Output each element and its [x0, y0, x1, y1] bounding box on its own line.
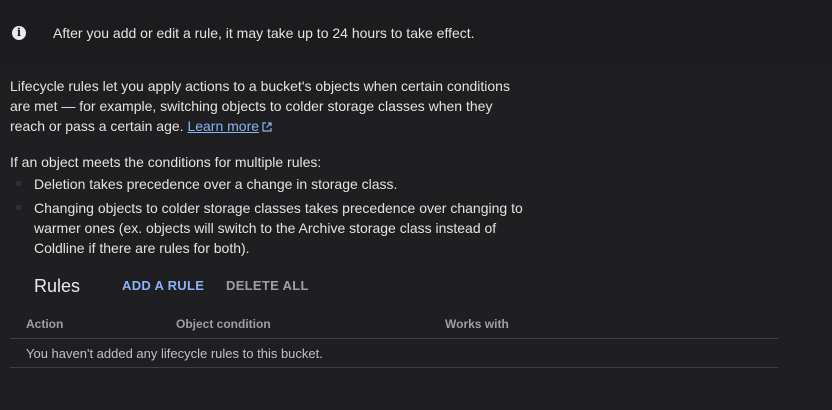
bullet-icon	[16, 181, 21, 186]
list-item: Changing objects to colder storage class…	[10, 198, 530, 258]
rules-table: Action Object condition Works with You h…	[10, 310, 778, 368]
conditions-title: If an object meets the conditions for mu…	[10, 154, 322, 170]
table-header: Action Object condition Works with	[10, 310, 778, 339]
info-banner-text: After you add or edit a rule, it may tak…	[53, 25, 475, 41]
info-icon: i	[12, 26, 26, 40]
learn-more-label: Learn more	[187, 118, 260, 134]
bullet-icon	[16, 205, 21, 210]
learn-more-link[interactable]: Learn more	[187, 118, 272, 134]
conditions-list: Deletion takes precedence over a change …	[10, 174, 530, 262]
rules-title: Rules	[34, 276, 81, 296]
list-item-text: Changing objects to colder storage class…	[34, 200, 523, 256]
lifecycle-page: i After you add or edit a rule, it may t…	[0, 0, 832, 410]
open-in-new-icon	[262, 122, 272, 132]
empty-state-message: You haven't added any lifecycle rules to…	[26, 346, 323, 361]
column-header-action[interactable]: Action	[26, 317, 63, 331]
list-item: Deletion takes precedence over a change …	[10, 174, 530, 194]
column-header-object-condition[interactable]: Object condition	[176, 317, 271, 331]
add-rule-button[interactable]: ADD A RULE	[122, 278, 204, 294]
list-item-text: Deletion takes precedence over a change …	[34, 176, 398, 192]
delete-all-button[interactable]: DELETE ALL	[226, 278, 309, 294]
table-empty-row: You haven't added any lifecycle rules to…	[10, 339, 778, 368]
column-header-works-with[interactable]: Works with	[445, 317, 509, 331]
intro-paragraph: Lifecycle rules let you apply actions to…	[10, 76, 530, 136]
info-banner: i After you add or edit a rule, it may t…	[0, 0, 832, 64]
